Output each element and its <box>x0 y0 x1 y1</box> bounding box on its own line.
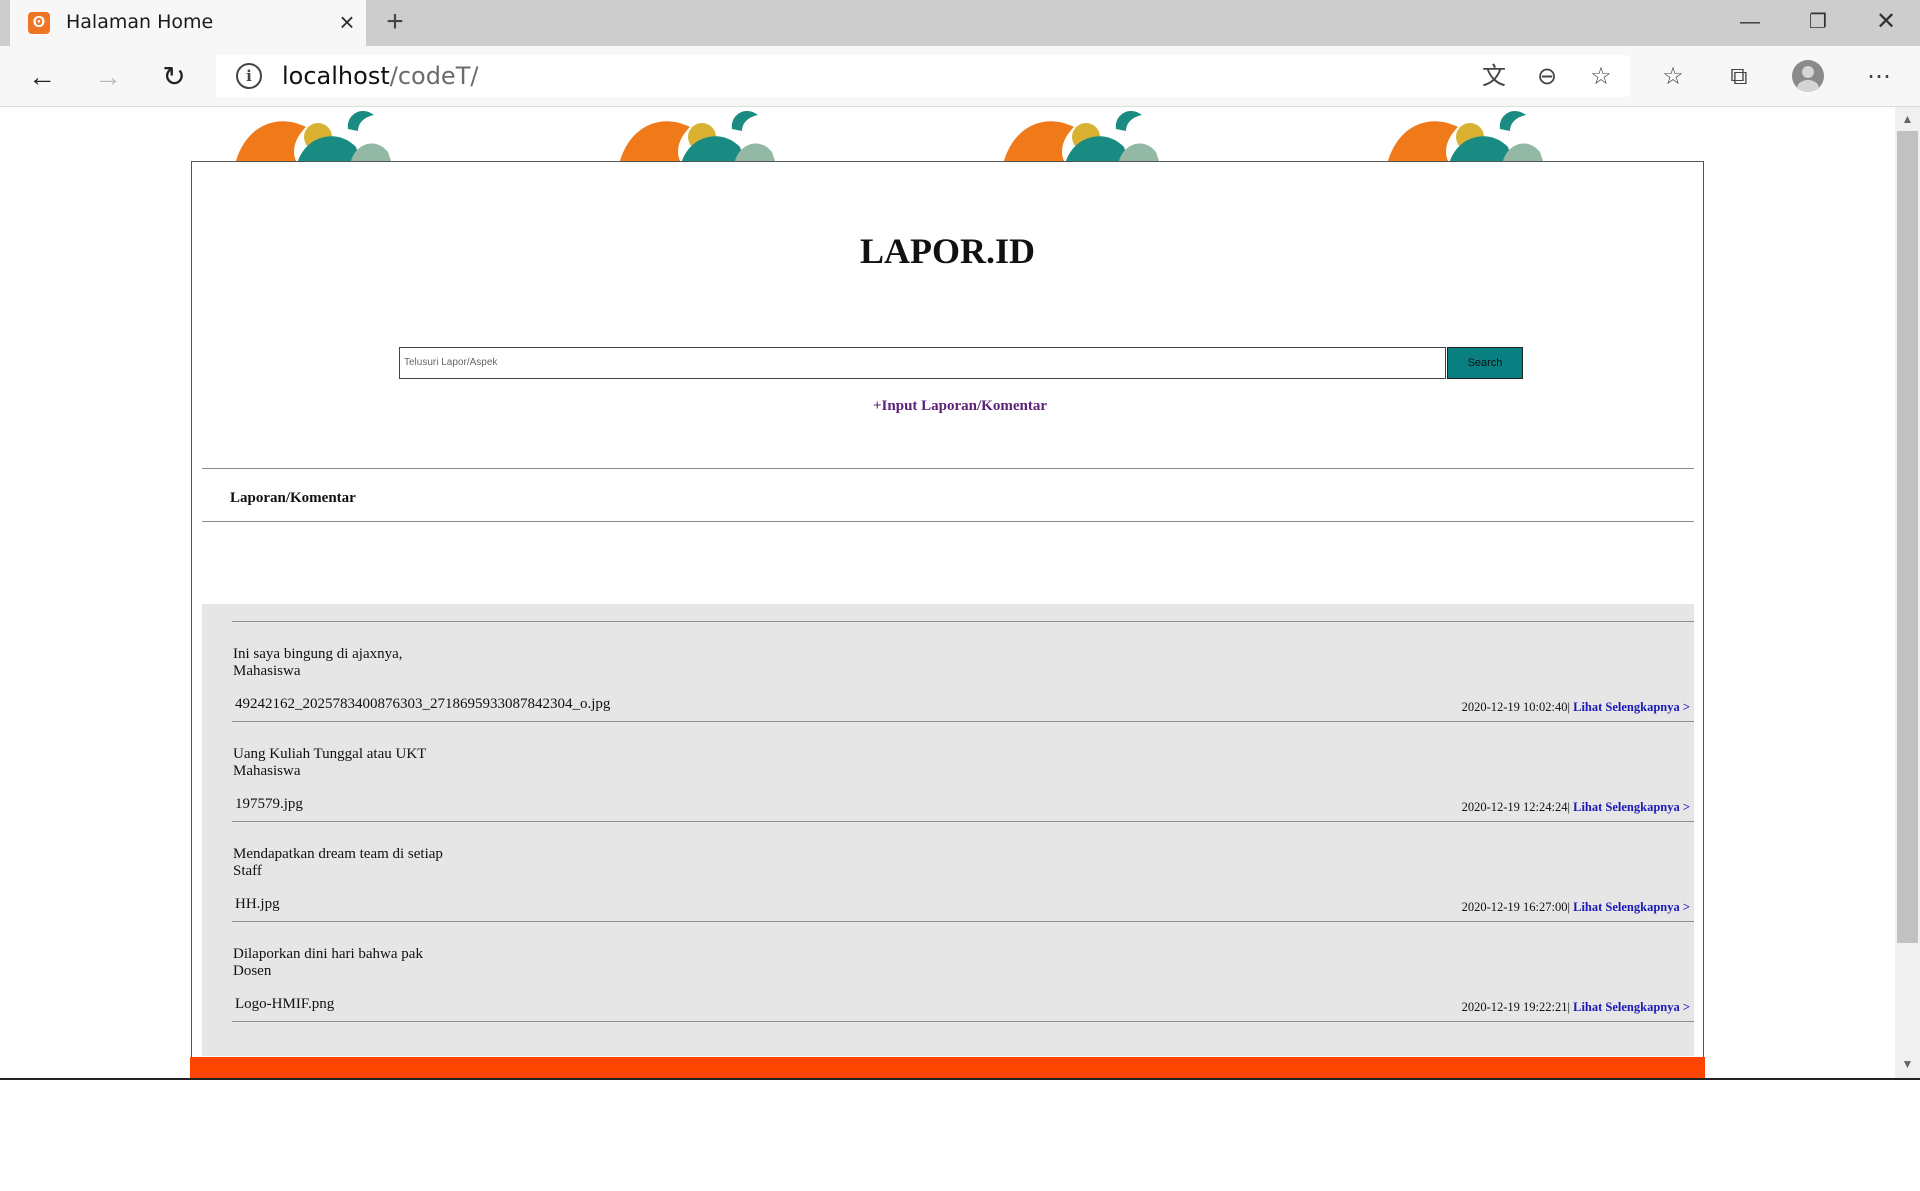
forward-icon[interactable]: → <box>88 60 128 94</box>
site-title: LAPOR.ID <box>859 231 1035 271</box>
input-report-link[interactable]: +Input Laporan/Komentar <box>192 398 1728 415</box>
translate-icon[interactable]: 文 <box>1477 60 1511 94</box>
tab-title: Halaman Home <box>66 11 214 33</box>
report-title: Uang Kuliah Tunggal atau UKT <box>233 746 427 762</box>
section-title: Laporan/Komentar <box>230 490 356 506</box>
decorative-logo-icon <box>1388 110 1543 161</box>
row-divider <box>232 1021 1694 1022</box>
star-icon[interactable]: ☆ <box>1584 60 1618 94</box>
report-meta: 2020-12-19 16:27:00| Lihat Selengkapnya … <box>1461 900 1690 914</box>
divider <box>202 521 1694 522</box>
favorites-icon[interactable]: ☆ <box>1656 60 1690 94</box>
back-icon[interactable]: ← <box>22 60 62 94</box>
profile-icon[interactable] <box>1792 60 1824 92</box>
decorative-logo-icon <box>236 110 391 161</box>
close-tab-icon[interactable]: × <box>333 6 361 38</box>
report-meta: 2020-12-19 19:22:21| Lihat Selengkapnya … <box>1461 1000 1690 1014</box>
info-icon[interactable]: i <box>236 63 262 89</box>
close-window-icon[interactable]: ✕ <box>1852 0 1920 46</box>
report-role: Staff <box>233 863 262 879</box>
report-role: Mahasiswa <box>233 763 301 779</box>
search-input[interactable]: Telusuri Lapor/Aspek <box>399 347 1446 379</box>
view-more-link[interactable]: Lihat Selengkapnya > <box>1573 800 1690 814</box>
row-divider <box>232 921 1694 922</box>
report-role: Dosen <box>233 963 272 979</box>
report-role: Mahasiswa <box>233 663 301 679</box>
search-button[interactable]: Search <box>1447 347 1523 379</box>
divider <box>202 468 1694 469</box>
content-container: LAPOR.ID Telusuri Lapor/Aspek Search +In… <box>191 161 1704 1079</box>
report-meta: 2020-12-19 12:24:24| Lihat Selengkapnya … <box>1461 800 1690 814</box>
xampp-favicon-icon: ʘ <box>28 12 50 34</box>
scroll-up-icon[interactable]: ▲ <box>1895 107 1920 131</box>
url-text[interactable]: localhost/codeT/ <box>282 62 478 90</box>
collections-icon[interactable]: ⧉ <box>1722 60 1756 94</box>
refresh-icon[interactable]: ↻ <box>154 60 194 94</box>
decorative-logo-icon <box>1004 110 1159 161</box>
more-icon[interactable]: ⋯ <box>1862 60 1896 94</box>
footer-bar <box>190 1057 1705 1079</box>
row-divider <box>232 821 1694 822</box>
report-file: 197579.jpg <box>235 796 303 812</box>
view-more-link[interactable]: Lihat Selengkapnya > <box>1573 700 1690 714</box>
page-viewport: LAPOR.ID Telusuri Lapor/Aspek Search +In… <box>0 107 1895 1079</box>
decorative-logo-icon <box>620 110 775 161</box>
blank-area <box>0 1080 1920 1191</box>
report-meta: 2020-12-19 10:02:40| Lihat Selengkapnya … <box>1461 700 1690 714</box>
scroll-down-icon[interactable]: ▼ <box>1895 1052 1920 1076</box>
minimize-icon[interactable]: — <box>1716 0 1784 46</box>
row-divider <box>232 721 1694 722</box>
row-divider <box>232 621 1694 622</box>
report-list: Ini saya bingung di ajaxnya, Mahasiswa 4… <box>202 604 1694 1056</box>
new-tab-icon[interactable]: + <box>380 6 410 38</box>
report-title: Ini saya bingung di ajaxnya, <box>233 646 403 662</box>
view-more-link[interactable]: Lihat Selengkapnya > <box>1573 900 1690 914</box>
report-file: 49242162_2025783400876303_27186959330878… <box>235 696 611 712</box>
report-file: Logo-HMIF.png <box>235 996 335 1012</box>
report-title: Dilaporkan dini hari bahwa pak <box>233 946 423 962</box>
zoom-out-icon[interactable]: ⊖ <box>1530 60 1564 94</box>
view-more-link[interactable]: Lihat Selengkapnya > <box>1573 1000 1690 1014</box>
report-title: Mendapatkan dream team di setiap <box>233 846 443 862</box>
restore-icon[interactable]: ❐ <box>1784 0 1852 46</box>
scrollbar-thumb[interactable] <box>1897 131 1918 943</box>
report-file: HH.jpg <box>235 896 280 912</box>
